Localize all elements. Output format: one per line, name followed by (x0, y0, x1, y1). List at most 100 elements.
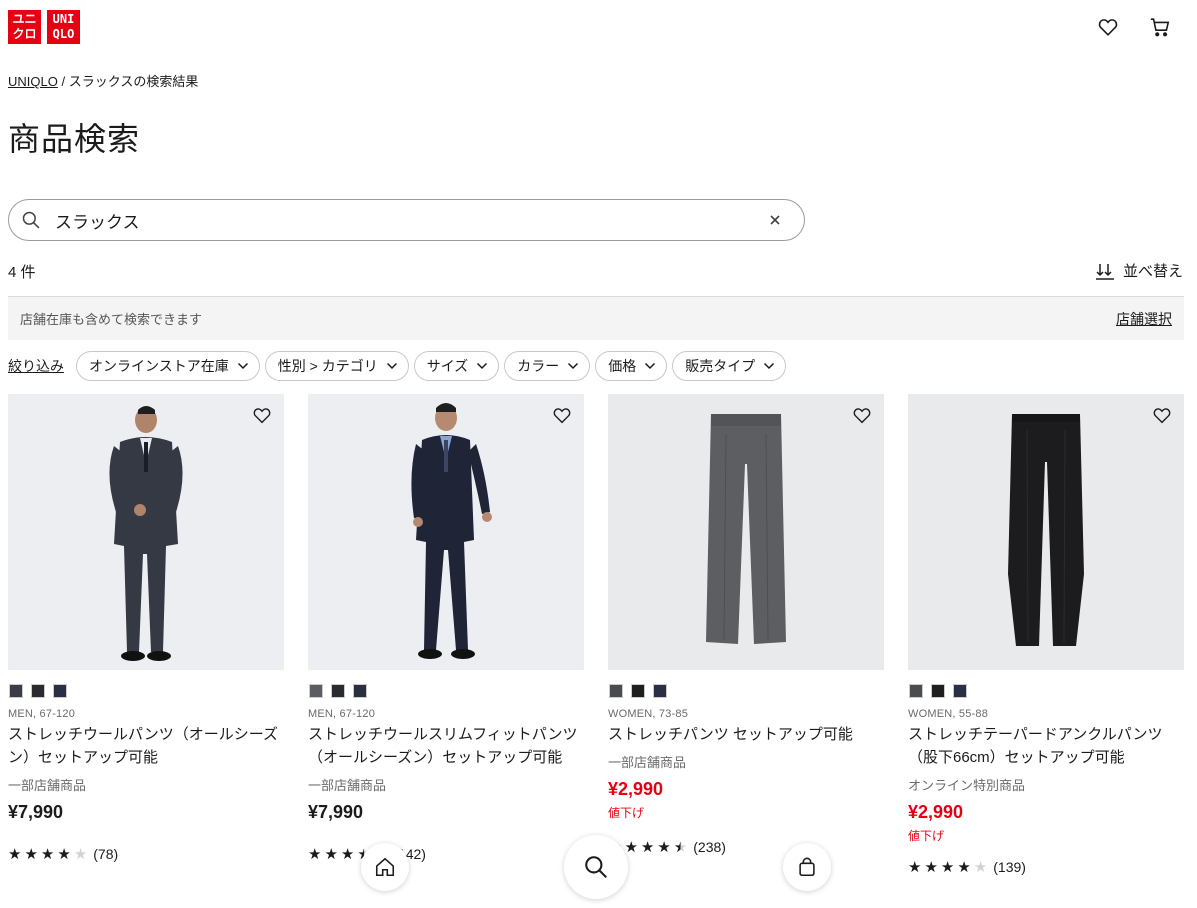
star-full-icon: ★ (640, 839, 655, 856)
sale-badge: 値下げ (908, 829, 945, 843)
product-availability: 一部店舗商品 (608, 755, 687, 770)
home-button[interactable] (361, 843, 409, 891)
product-name[interactable]: ストレッチウールパンツ（オールシーズン）セットアップ可能 (8, 723, 284, 769)
logo-latin: UNI QLO (47, 10, 80, 44)
clear-search-icon[interactable] (768, 213, 782, 227)
review-count[interactable]: (78) (93, 846, 118, 862)
color-swatch[interactable] (653, 684, 667, 698)
color-swatch[interactable] (331, 684, 345, 698)
color-swatch[interactable] (631, 684, 645, 698)
product-availability: 一部店舗商品 (308, 778, 387, 793)
store-inventory-bar: 店舗在庫も含めて検索できます 店舗選択 (8, 296, 1184, 340)
filter-chip-label: サイズ (426, 358, 469, 374)
product-gender-size: MEN, 67-120 (8, 708, 76, 720)
breadcrumb: UNIQLO / スラックスの検索結果 (8, 71, 198, 90)
color-swatch[interactable] (609, 684, 623, 698)
product-price: ¥2,990 (608, 779, 664, 799)
product-name[interactable]: ストレッチウールスリムフィットパンツ（オールシーズン）セットアップ可能 (308, 723, 584, 769)
star-full-icon: ★ (924, 859, 938, 876)
star-full-icon: ★ (324, 846, 338, 863)
star-half-icon: ★ (673, 839, 688, 856)
color-swatches (609, 684, 884, 698)
color-swatches (309, 684, 584, 698)
star-empty-icon: ★ (973, 859, 988, 876)
color-swatch[interactable] (31, 684, 45, 698)
color-swatch[interactable] (931, 684, 945, 698)
product-rating: ★ ★ ★ ★ ★ (78) (8, 845, 284, 863)
filter-chip-size[interactable]: サイズ (413, 351, 500, 381)
product-price: ¥7,990 (308, 802, 364, 822)
header-actions (1097, 16, 1171, 38)
search-icon (585, 856, 608, 879)
cart-icon[interactable] (1149, 16, 1171, 38)
product-name[interactable]: ストレッチパンツ セットアップ可能 (608, 723, 884, 746)
sort-icon (1095, 263, 1114, 280)
breadcrumb-current: スラックスの検索結果 (68, 74, 199, 89)
logo-katakana: ユニ クロ (8, 10, 41, 44)
review-count[interactable]: (139) (993, 859, 1026, 875)
account-button[interactable] (783, 843, 831, 891)
color-swatch[interactable] (953, 684, 967, 698)
filter-chip-gender-category[interactable]: 性別 > カテゴリ (264, 351, 409, 381)
product-image[interactable] (608, 394, 884, 670)
filter-chip-sale-type[interactable]: 販売タイプ (672, 351, 787, 381)
star-empty-icon: ★ (73, 846, 88, 863)
store-select-link[interactable]: 店舗選択 (1116, 309, 1172, 329)
product-price: ¥2,990 (908, 802, 964, 822)
product-availability: オンライン特別商品 (908, 778, 1026, 793)
star-full-icon: ★ (957, 859, 971, 876)
star-full-icon: ★ (340, 846, 355, 863)
search-fab-button[interactable] (564, 835, 628, 899)
color-swatch[interactable] (53, 684, 67, 698)
color-swatch[interactable] (309, 684, 323, 698)
chevron-down-icon (764, 362, 775, 370)
product-image[interactable] (308, 394, 584, 670)
sort-button[interactable]: 並べ替え (1095, 260, 1183, 281)
product-image[interactable] (8, 394, 284, 670)
color-swatch[interactable] (353, 684, 367, 698)
product-card[interactable]: MEN, 67-120 ストレッチウールパンツ（オールシーズン）セットアップ可能… (8, 394, 284, 863)
chevron-down-icon (386, 362, 397, 370)
review-count[interactable]: (238) (693, 839, 726, 855)
star-full-icon: ★ (908, 859, 922, 876)
product-gender-size: WOMEN, 73-85 (608, 708, 689, 720)
search-input[interactable] (53, 209, 768, 231)
breadcrumb-home-link[interactable]: UNIQLO (8, 74, 58, 89)
filter-chip-label: 販売タイプ (685, 358, 756, 374)
filter-chip-color[interactable]: カラー (504, 351, 591, 381)
favorite-heart-icon[interactable] (252, 406, 272, 424)
product-card[interactable]: WOMEN, 73-85 ストレッチパンツ セットアップ可能 一部店舗商品 ¥2… (608, 394, 884, 856)
color-swatches (9, 684, 284, 698)
favorite-heart-icon[interactable] (852, 406, 872, 424)
favorite-heart-icon[interactable] (1152, 406, 1172, 424)
product-rating: ★ ★ ★ ★ ★ (142) (308, 845, 584, 863)
chevron-down-icon (568, 362, 579, 370)
store-inventory-text: 店舗在庫も含めて検索できます (20, 312, 203, 327)
favorite-heart-icon[interactable] (552, 406, 572, 424)
filter-chip-price[interactable]: 価格 (595, 351, 668, 381)
star-full-icon: ★ (57, 846, 71, 863)
narrow-down-link[interactable]: 絞り込み (8, 356, 64, 376)
search-bar (8, 199, 805, 241)
color-swatch[interactable] (9, 684, 23, 698)
product-price: ¥7,990 (8, 802, 64, 822)
product-rating: ★ ★ ★ ★ ★ (238) (608, 838, 884, 856)
product-card[interactable]: MEN, 67-120 ストレッチウールスリムフィットパンツ（オールシーズン）セ… (308, 394, 584, 863)
star-full-icon: ★ (624, 839, 638, 856)
color-swatch[interactable] (909, 684, 923, 698)
product-image[interactable] (908, 394, 1184, 670)
color-swatches (909, 684, 1184, 698)
heart-icon[interactable] (1097, 16, 1119, 38)
star-full-icon: ★ (8, 846, 22, 863)
filter-chip-online-stock[interactable]: オンラインストア在庫 (76, 351, 260, 381)
product-name[interactable]: ストレッチテーパードアンクルパンツ（股下66cm）セットアップ可能 (908, 723, 1184, 769)
filter-chip-label: 価格 (608, 358, 637, 374)
product-card[interactable]: WOMEN, 55-88 ストレッチテーパードアンクルパンツ（股下66cm）セッ… (908, 394, 1184, 876)
sale-badge: 値下げ (608, 806, 645, 820)
product-availability: 一部店舗商品 (8, 778, 87, 793)
uniqlo-logo[interactable]: ユニ クロ UNI QLO (8, 10, 80, 44)
chevron-down-icon (237, 362, 248, 370)
chevron-down-icon (645, 362, 656, 370)
filter-chip-label: カラー (517, 358, 560, 374)
pants-illustration (706, 414, 786, 644)
